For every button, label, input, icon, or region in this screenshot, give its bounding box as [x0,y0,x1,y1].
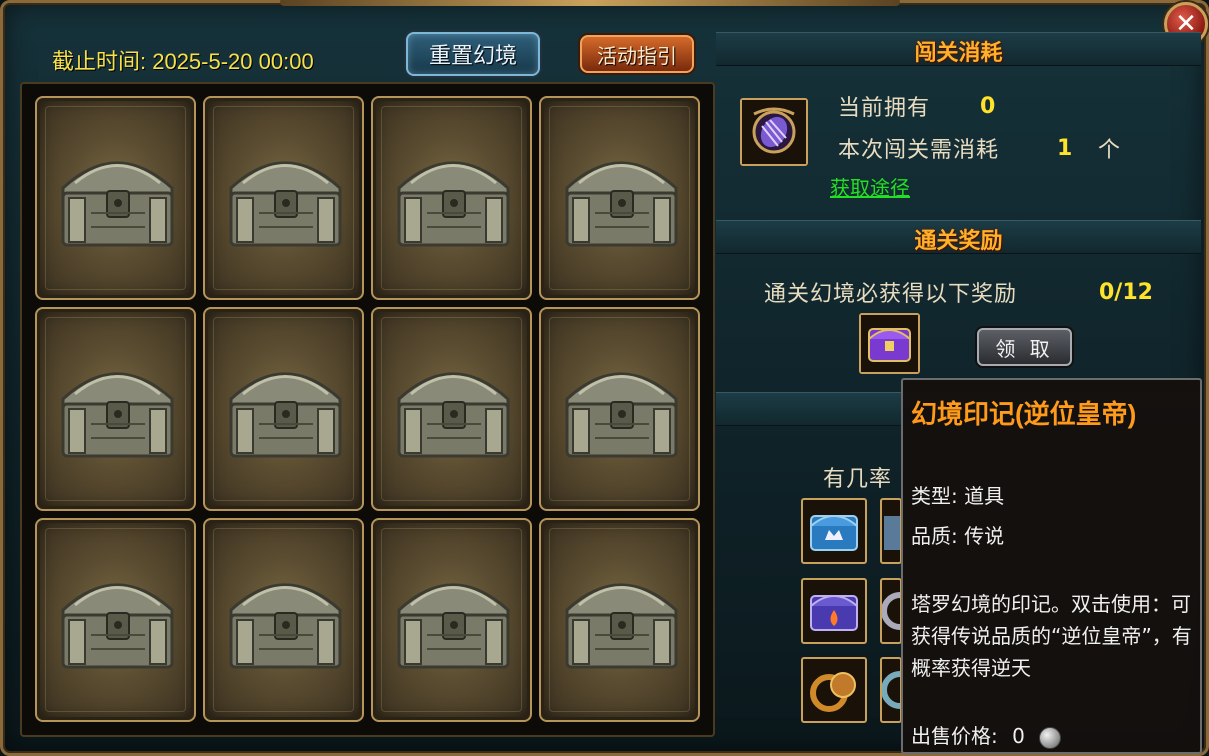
treasure-chest-icon [391,565,516,675]
chest-cell[interactable] [371,307,532,511]
claim-button[interactable]: 领 取 [977,328,1072,366]
need-value: 1 [1057,136,1073,161]
treasure-chest-icon [55,354,180,464]
chest-grid [20,82,715,737]
activity-guide-button[interactable]: 活动指引 [580,35,694,73]
illusion-mark-icon[interactable] [740,98,808,166]
owned-value: 0 [980,94,996,119]
price-value: 0 [1012,724,1025,748]
tooltip-price: 出售价格: 0 [911,720,1062,749]
need-label: 本次闯关需消耗 [838,138,1000,163]
need-unit: 个 [1098,138,1122,163]
tooltip-quality: 品质: 传说 [911,524,1005,548]
chest-cell[interactable] [203,307,364,511]
chest-cell[interactable] [35,518,196,722]
tooltip-title: 幻境印记(逆位皇帝) [911,399,1137,429]
treasure-chest-icon [391,354,516,464]
owned-label: 当前拥有 [838,96,931,121]
treasure-chest-icon [223,143,348,253]
silver-ring-icon[interactable] [880,578,919,644]
chest-cell[interactable] [371,96,532,300]
chest-cell[interactable] [35,96,196,300]
treasure-chest-icon [223,565,348,675]
obtain-way-link[interactable]: 获取途径 [830,172,910,201]
top-ornament [280,0,900,6]
tooltip-type: 类型: 道具 [911,484,1005,508]
chest-cell[interactable] [539,96,700,300]
purple-chest-icon[interactable] [859,313,920,374]
treasure-chest-icon [55,565,180,675]
cost-section-title: 闯关消耗 [914,41,1003,66]
reward-progress: 0/12 [1099,280,1153,305]
treasure-chest-icon [559,143,684,253]
reward-desc: 通关幻境必获得以下奖励 [764,282,1018,307]
treasure-chest-icon [559,354,684,464]
deadline-text: 截止时间: 2025-5-20 00:00 [52,49,314,74]
reset-illusion-button[interactable]: 重置幻境 [406,32,540,76]
chest-cell[interactable] [539,307,700,511]
tooltip-description: 塔罗幻境的印记。双击使用：可获得传说品质的“逆位皇帝”，有概率获得逆天 [911,592,1192,680]
silver-chest-icon[interactable] [880,498,902,564]
chest-cell[interactable] [203,518,364,722]
chance-desc: 有几率 [823,467,893,492]
treasure-chest-icon [55,143,180,253]
silver-ring-2-icon[interactable] [880,657,919,723]
reward-section-header: 通关奖励 [716,220,1201,254]
gold-ring-icon[interactable] [801,657,867,723]
chest-cell[interactable] [35,307,196,511]
item-tooltip: 幻境印记(逆位皇帝) 类型: 道具 品质: 传说 塔罗幻境的印记。双击使用：可获… [901,378,1202,754]
chest-cell[interactable] [371,518,532,722]
treasure-chest-icon [559,565,684,675]
cost-section-header: 闯关消耗 [716,32,1201,66]
reward-section-title: 通关奖励 [914,229,1003,254]
price-label: 出售价格: [911,724,998,748]
silver-coin-icon [1039,726,1062,749]
chest-cell[interactable] [539,518,700,722]
purple-fire-chest-icon[interactable] [801,578,867,644]
blue-crown-chest-icon[interactable] [801,498,867,564]
chest-cell[interactable] [203,96,364,300]
treasure-chest-icon [391,143,516,253]
treasure-chest-icon [223,354,348,464]
